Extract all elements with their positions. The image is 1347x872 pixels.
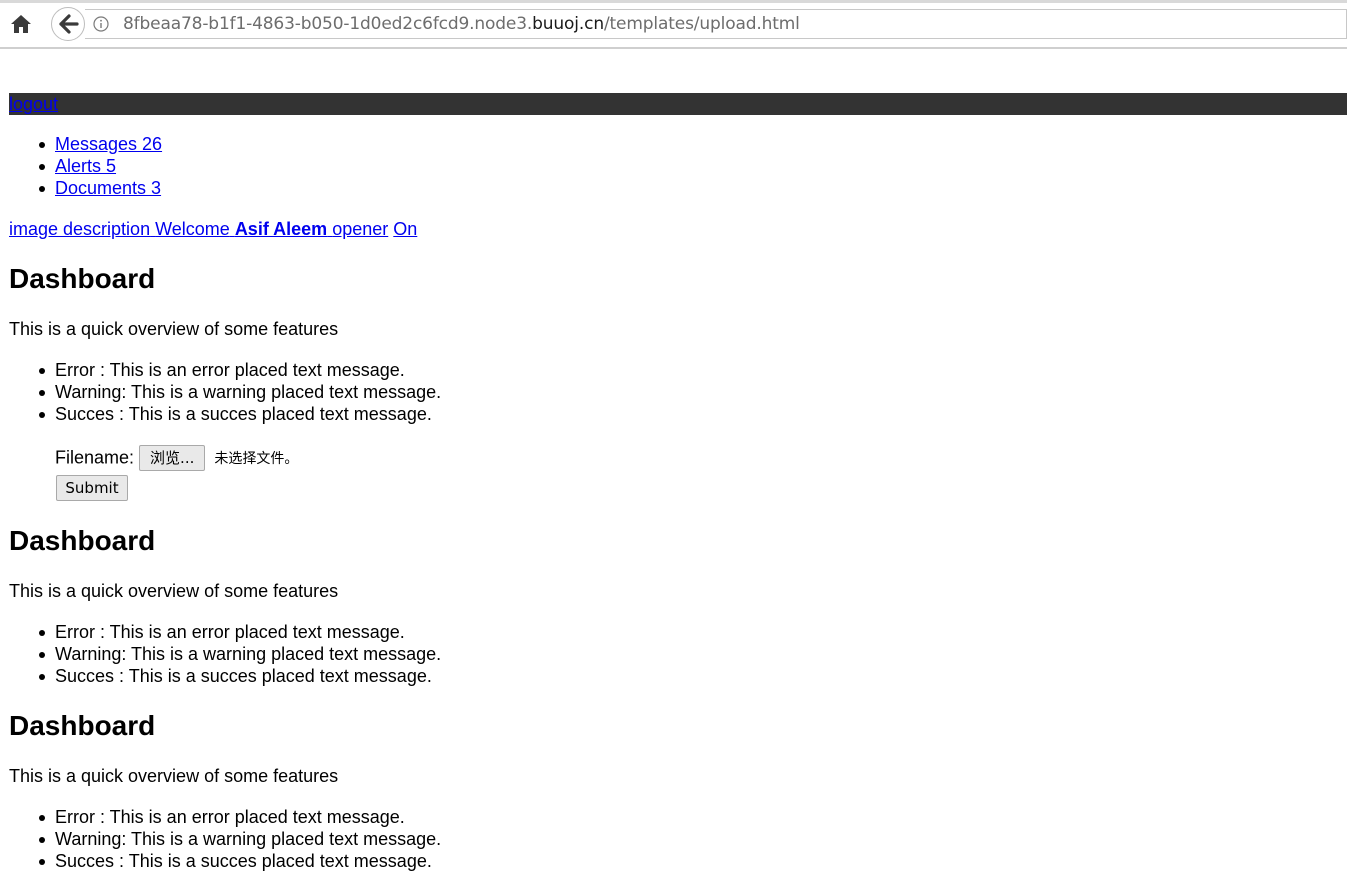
message-list: Error : This is an error placed text mes… — [38, 359, 442, 425]
opener-text: opener — [332, 219, 389, 239]
message-list: Error : This is an error placed text mes… — [38, 806, 442, 872]
section-intro: This is a quick overview of some feature… — [9, 766, 339, 786]
alerts-link[interactable]: Alerts 5 — [55, 156, 116, 176]
address-bar[interactable]: 8fbeaa78-b1f1-4863-b050-1d0ed2c6fcd9.nod… — [85, 9, 1347, 39]
url-prefix: 8fbeaa78-b1f1-4863-b050-1d0ed2c6fcd9.nod… — [123, 14, 533, 34]
user-line: image description Welcome Asif Aleem ope… — [9, 218, 417, 240]
info-icon[interactable] — [93, 16, 109, 32]
message-list: Error : This is an error placed text mes… — [38, 621, 442, 687]
nav-item-messages: Messages 26 — [38, 133, 162, 155]
messages-link[interactable]: Messages 26 — [55, 134, 162, 154]
home-icon[interactable] — [8, 11, 34, 37]
browser-toolbar: 8fbeaa78-b1f1-4863-b050-1d0ed2c6fcd9.nod… — [0, 0, 1347, 49]
submit-button[interactable]: Submit — [56, 475, 128, 501]
success-message: Succes : This is a succes placed text me… — [38, 665, 441, 687]
nav-item-alerts: Alerts 5 — [38, 155, 162, 177]
success-message: Succes : This is a succes placed text me… — [38, 850, 441, 872]
url-suffix: /templates/upload.html — [603, 14, 800, 34]
section-title: Dashboard — [9, 710, 156, 741]
browse-button[interactable]: 浏览... — [139, 445, 206, 471]
back-arrow-icon[interactable] — [51, 7, 85, 41]
warning-message: Warning: This is a warning placed text m… — [38, 644, 442, 664]
user-profile-link[interactable]: image description Welcome Asif Aleem ope… — [9, 219, 388, 239]
top-bar: logout — [9, 93, 1347, 115]
section-intro: This is a quick overview of some feature… — [9, 581, 339, 601]
logout-link[interactable]: logout — [9, 93, 58, 115]
section-title: Dashboard — [9, 525, 156, 556]
upload-form-row: Filename: 浏览... 未选择文件。 — [55, 445, 298, 471]
filename-label: Filename: — [55, 447, 135, 468]
welcome-text: Welcome — [155, 219, 230, 239]
warning-message: Warning: This is a warning placed text m… — [38, 382, 442, 402]
on-link[interactable]: On — [393, 219, 417, 239]
nav-item-documents: Documents 3 — [38, 177, 162, 199]
section-title: Dashboard — [9, 263, 156, 294]
section-intro: This is a quick overview of some feature… — [9, 319, 339, 339]
avatar-alt-text: image description — [9, 219, 151, 239]
no-file-selected-text: 未选择文件。 — [214, 451, 299, 467]
warning-message: Warning: This is a warning placed text m… — [38, 829, 442, 849]
toolbar-divider — [0, 47, 1347, 49]
error-message: Error : This is an error placed text mes… — [38, 359, 441, 381]
url-domain: buuoj.cn — [532, 14, 604, 34]
error-message: Error : This is an error placed text mes… — [38, 806, 441, 828]
error-message: Error : This is an error placed text mes… — [38, 621, 441, 643]
success-message: Succes : This is a succes placed text me… — [38, 403, 441, 425]
user-name: Asif Aleem — [234, 219, 328, 239]
url-text[interactable]: 8fbeaa78-b1f1-4863-b050-1d0ed2c6fcd9.nod… — [123, 14, 800, 34]
nav-list: Messages 26 Alerts 5 Documents 3 — [38, 133, 162, 199]
documents-link[interactable]: Documents 3 — [55, 178, 161, 198]
